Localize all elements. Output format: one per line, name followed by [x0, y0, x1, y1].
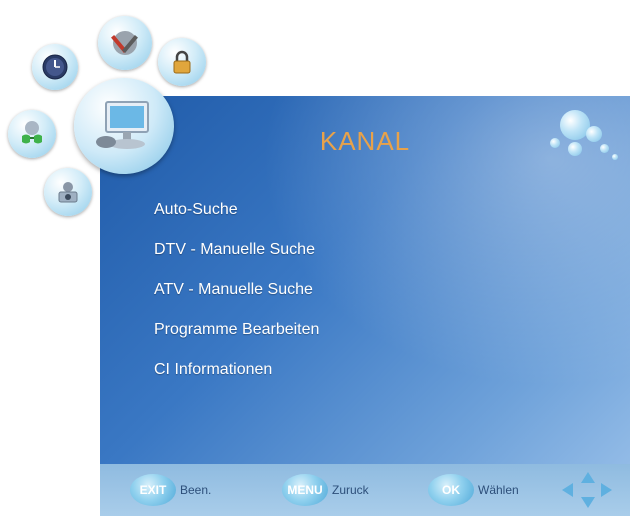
arrow-left-icon — [562, 483, 573, 497]
select-label: Wählen — [478, 483, 519, 497]
menu-panel: KANAL Auto-Suche DTV - Manuelle Suche AT… — [100, 96, 630, 516]
menu-item-edit-programs[interactable]: Programme Bearbeiten — [154, 318, 319, 358]
glasses-icon[interactable] — [8, 110, 56, 158]
arrow-down-icon — [581, 497, 595, 508]
exit-hint[interactable]: EXIT Been. — [130, 474, 211, 506]
exit-label: Been. — [180, 483, 212, 497]
tools-icon[interactable] — [98, 16, 152, 70]
ok-key-icon[interactable]: OK — [428, 474, 474, 506]
menu-key-icon[interactable]: MENU — [282, 474, 328, 506]
footer-hints: EXIT Been. MENU Zuruck OK Wählen — [100, 464, 630, 516]
navigation-arrows-icon — [562, 472, 612, 508]
menu-item-auto-search[interactable]: Auto-Suche — [154, 198, 319, 238]
back-label: Zuruck — [332, 483, 369, 497]
ok-hint[interactable]: OK Wählen — [428, 474, 519, 506]
arrow-up-icon — [581, 472, 595, 483]
menu-item-ci-information[interactable]: CI Informationen — [154, 358, 319, 398]
arrow-right-icon — [601, 483, 612, 497]
exit-key-icon[interactable]: EXIT — [130, 474, 176, 506]
page-title: KANAL — [319, 126, 411, 156]
channel-menu: Auto-Suche DTV - Manuelle Suche ATV - Ma… — [154, 198, 319, 398]
menu-item-atv-manual-search[interactable]: ATV - Manuelle Suche — [154, 278, 319, 318]
monitor-icon[interactable] — [74, 78, 174, 174]
menu-item-dtv-manual-search[interactable]: DTV - Manuelle Suche — [154, 238, 319, 278]
camera-icon[interactable] — [44, 168, 92, 216]
clock-icon[interactable] — [32, 44, 78, 90]
lock-icon[interactable] — [158, 38, 206, 86]
menu-hint[interactable]: MENU Zuruck — [282, 474, 369, 506]
